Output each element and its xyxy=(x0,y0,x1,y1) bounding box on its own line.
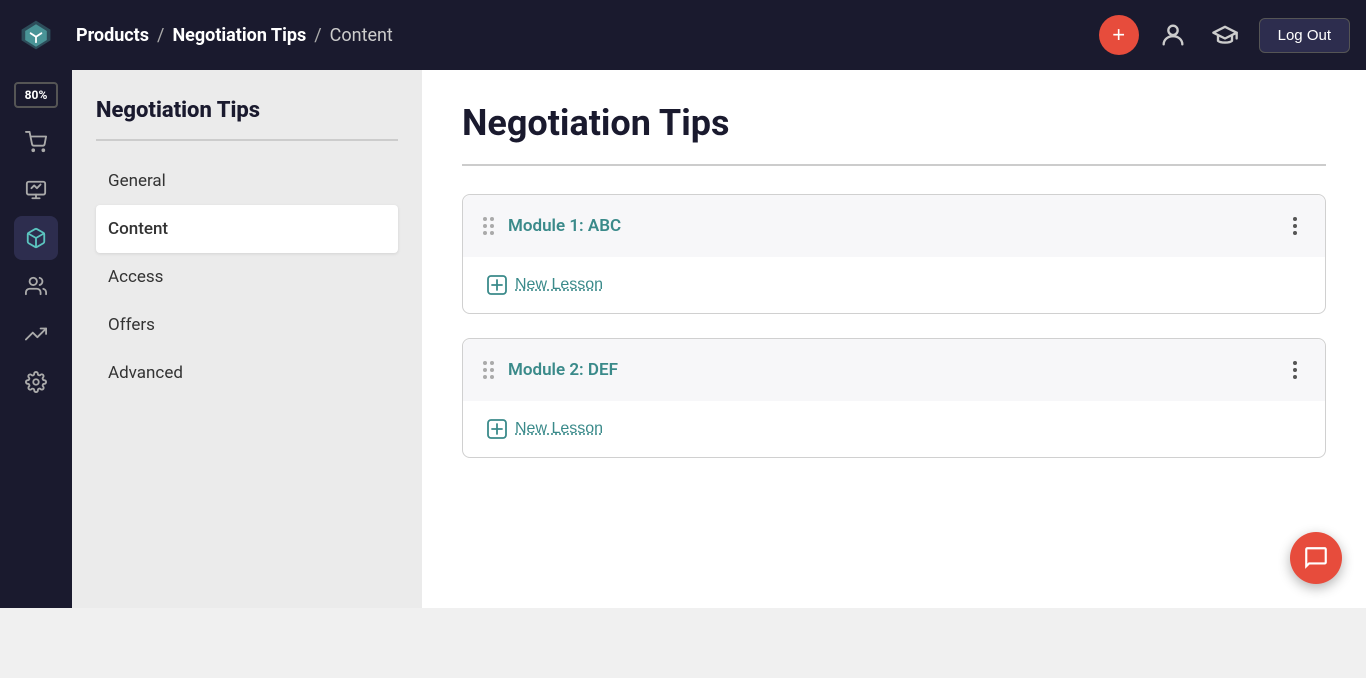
breadcrumb-content: Content xyxy=(330,25,393,46)
menu-dot xyxy=(1293,368,1297,372)
drag-dot xyxy=(490,231,494,235)
nav-item-general[interactable]: General xyxy=(96,157,398,205)
new-lesson-label-1: New Lesson xyxy=(515,276,603,294)
new-lesson-button-2[interactable]: New Lesson xyxy=(487,419,603,439)
chat-bubble[interactable] xyxy=(1290,532,1342,584)
module-card-1: Module 1: ABC New Lesso xyxy=(462,194,1326,314)
new-lesson-label-2: New Lesson xyxy=(515,420,603,438)
topnav-actions: + Log Out xyxy=(1099,15,1350,55)
module-title-2: Module 2: DEF xyxy=(508,360,1285,380)
drag-dot xyxy=(483,231,487,235)
breadcrumb-negotiation-tips[interactable]: Negotiation Tips xyxy=(172,25,306,46)
top-navigation: Products / Negotiation Tips / Content + … xyxy=(0,0,1366,70)
module-header-2: Module 2: DEF xyxy=(463,339,1325,401)
page-title: Negotiation Tips xyxy=(462,102,1326,166)
settings-icon[interactable] xyxy=(14,360,58,404)
drag-dot xyxy=(490,224,494,228)
drag-dot xyxy=(490,217,494,221)
module-body-2: New Lesson xyxy=(463,401,1325,457)
graduation-icon-button[interactable] xyxy=(1207,17,1243,53)
add-button[interactable]: + xyxy=(1099,15,1139,55)
module-menu-button-2[interactable] xyxy=(1285,357,1305,383)
drag-dot xyxy=(483,368,487,372)
drag-dot xyxy=(490,361,494,365)
module-header-1: Module 1: ABC xyxy=(463,195,1325,257)
menu-dot xyxy=(1293,361,1297,365)
cart-icon[interactable] xyxy=(14,120,58,164)
menu-dot xyxy=(1293,231,1297,235)
drag-handle-1[interactable] xyxy=(483,217,494,235)
plus-square-icon-2 xyxy=(487,419,507,439)
nav-item-access[interactable]: Access xyxy=(96,253,398,301)
left-nav-title: Negotiation Tips xyxy=(96,98,398,141)
logout-button[interactable]: Log Out xyxy=(1259,18,1350,53)
menu-dot xyxy=(1293,375,1297,379)
module-menu-button-1[interactable] xyxy=(1285,213,1305,239)
module-card-2: Module 2: DEF New Lesso xyxy=(462,338,1326,458)
breadcrumb: Products / Negotiation Tips / Content xyxy=(76,25,1087,46)
nav-item-offers[interactable]: Offers xyxy=(96,301,398,349)
menu-dot xyxy=(1293,224,1297,228)
module-title-1: Module 1: ABC xyxy=(508,216,1285,236)
menu-dot xyxy=(1293,217,1297,221)
drag-handle-2[interactable] xyxy=(483,361,494,379)
breadcrumb-sep2: / xyxy=(314,25,321,46)
logo[interactable] xyxy=(16,15,56,55)
drag-dot xyxy=(483,361,487,365)
breadcrumb-products[interactable]: Products xyxy=(76,25,149,46)
module-body-1: New Lesson xyxy=(463,257,1325,313)
drag-dot xyxy=(483,375,487,379)
nav-item-content[interactable]: Content xyxy=(96,205,398,253)
left-sidebar: 80% xyxy=(0,70,72,608)
drag-dot xyxy=(490,375,494,379)
drag-dot xyxy=(483,217,487,221)
main-layout: Negotiation Tips General Content Access … xyxy=(72,70,1366,608)
progress-badge: 80% xyxy=(14,82,58,108)
new-lesson-button-1[interactable]: New Lesson xyxy=(487,275,603,295)
breadcrumb-sep1: / xyxy=(157,25,164,46)
user-icon-button[interactable] xyxy=(1155,17,1191,53)
users-icon[interactable] xyxy=(14,264,58,308)
products-icon[interactable] xyxy=(14,216,58,260)
left-nav-panel: Negotiation Tips General Content Access … xyxy=(72,70,422,608)
trends-icon[interactable] xyxy=(14,312,58,356)
content-area: Negotiation Tips xyxy=(422,70,1366,608)
drag-dot xyxy=(490,368,494,372)
left-nav-items: General Content Access Offers Advanced xyxy=(96,157,398,397)
nav-item-advanced[interactable]: Advanced xyxy=(96,349,398,397)
analytics-icon[interactable] xyxy=(14,168,58,212)
plus-square-icon-1 xyxy=(487,275,507,295)
drag-dot xyxy=(483,224,487,228)
